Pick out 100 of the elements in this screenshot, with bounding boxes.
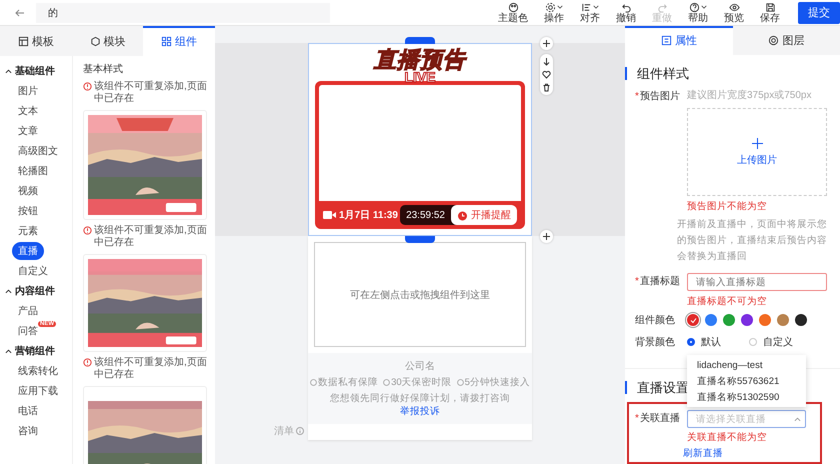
live-text: LIVE — [404, 70, 436, 84]
company-name: 公司名 — [405, 360, 435, 373]
toolbar-button[interactable]: 对齐 — [576, 2, 604, 24]
drag-handle[interactable] — [405, 236, 435, 243]
feature-text: 30天保密时限 — [383, 376, 452, 389]
refresh-link[interactable]: 刷新直播 — [683, 447, 820, 460]
layers-icon — [768, 35, 780, 46]
sidebar-item[interactable]: 图片 — [12, 82, 44, 100]
section-title: 组件样式 — [625, 67, 840, 80]
sidebar-item[interactable]: 产品 — [12, 302, 44, 320]
warning-icon — [83, 358, 92, 367]
circle-icon — [456, 379, 464, 386]
caret-icon — [557, 4, 563, 10]
panel-tab[interactable]: 图层 — [732, 26, 840, 55]
remind-button[interactable]: 开播提醒 — [451, 205, 517, 225]
field-label: 背景颜色 — [635, 336, 676, 350]
caret-icon — [794, 416, 801, 422]
info-icon — [296, 427, 304, 435]
save-icon — [764, 2, 776, 12]
sidebar-item[interactable]: 文本 — [12, 102, 44, 120]
title-art-text: 直播预告 — [374, 48, 466, 72]
template-icon — [18, 36, 29, 46]
video-camera-icon — [323, 211, 336, 219]
radio-option[interactable]: 默认 — [687, 335, 721, 349]
title-input[interactable]: 请输入直播标题 — [687, 273, 827, 291]
sidebar-item[interactable]: 线索转化 — [12, 362, 64, 380]
drop-zone[interactable]: 可在左侧点击或拖拽组件到这里 — [314, 242, 526, 347]
panel-tab[interactable]: 组件 — [143, 26, 216, 56]
title-field[interactable]: 的 — [36, 2, 330, 22]
sidebar-item[interactable]: 文章 — [12, 122, 44, 140]
sidebar-item[interactable]: 自定义 — [12, 262, 54, 280]
delete-icon[interactable] — [542, 83, 551, 92]
sidebar-item[interactable]: 视频 — [12, 182, 44, 200]
field-label: *直播标题 — [635, 274, 681, 289]
panel-tab[interactable]: 模块 — [72, 26, 144, 56]
required-mark: * — [635, 90, 639, 102]
sidebar-item[interactable]: 按钮 — [12, 202, 44, 220]
category-header[interactable]: 内容组件 — [0, 281, 72, 301]
align-icon — [581, 2, 592, 12]
sidebar-item[interactable]: 直播 — [12, 242, 44, 260]
color-swatch[interactable] — [777, 314, 789, 326]
circle-icon — [383, 379, 390, 386]
warning-icon — [83, 226, 92, 235]
toolbar-button[interactable]: 帮助 — [684, 2, 712, 24]
toolbar-button[interactable]: 保存 — [756, 2, 784, 24]
sidebar-item[interactable]: 轮播图 — [12, 162, 54, 180]
sidebar-item[interactable]: 元素 — [12, 222, 44, 240]
color-swatch[interactable] — [723, 314, 735, 326]
caret-icon — [5, 68, 12, 74]
move-down-icon[interactable] — [542, 57, 551, 66]
description-text: 开播前及直播中，页面中将展示您的预告图片，直播结束后预告内容会替换为直播回 — [677, 218, 828, 264]
sidebar-item[interactable]: 咨询 — [12, 422, 44, 440]
toolbar-button[interactable]: 撤销 — [612, 2, 640, 24]
radio-option[interactable]: 自定义 — [749, 335, 793, 349]
category-header[interactable]: 基础组件 — [0, 61, 72, 81]
module-icon — [90, 36, 100, 46]
warning-text: 该组件不可重复添加,页面中已存在 — [94, 225, 207, 249]
color-swatch[interactable] — [759, 314, 771, 326]
drag-handle[interactable] — [405, 37, 435, 44]
color-swatch[interactable] — [687, 314, 699, 326]
props-icon — [660, 35, 672, 46]
heart-icon[interactable] — [542, 70, 551, 79]
submit-button[interactable]: 提交 — [798, 2, 840, 24]
upload-area[interactable]: 上传图片 — [687, 108, 827, 196]
error-text: 直播标题不可为空 — [687, 295, 768, 308]
color-swatch[interactable] — [741, 314, 753, 326]
report-link[interactable]: 举报投诉 — [400, 406, 440, 417]
toolbar-button[interactable]: 预览 — [720, 2, 748, 24]
caret-icon — [5, 348, 12, 354]
add-icon[interactable] — [540, 37, 553, 50]
sidebar-item[interactable]: 应用下载 — [12, 382, 64, 400]
panel-tab[interactable]: 模板 — [0, 26, 72, 56]
caret-icon — [701, 4, 707, 10]
component-icon — [161, 36, 172, 46]
hint-text: 建议图片宽度375px或750px — [687, 88, 812, 103]
panel-tab[interactable]: 属性 — [625, 26, 732, 55]
required-mark: * — [635, 276, 639, 286]
color-swatch[interactable] — [795, 314, 807, 326]
back-icon[interactable] — [14, 6, 26, 18]
dropdown-option[interactable]: lidacheng—test — [687, 357, 806, 373]
warning-text: 该组件不可重复添加,页面中已存在 — [94, 357, 207, 381]
toolbar-button[interactable]: 主题色 — [494, 2, 532, 24]
section-label: 基本样式 — [83, 62, 124, 76]
field-label: *关联直播 — [635, 412, 681, 426]
eye-icon — [728, 2, 740, 12]
field-label: 组件颜色 — [635, 314, 676, 328]
sidebar-item[interactable]: 电话 — [12, 402, 44, 420]
feature-text: 数据私有保障 — [310, 376, 378, 389]
required-mark: * — [635, 412, 639, 424]
add-icon[interactable] — [540, 230, 553, 243]
warning-text: 该组件不可重复添加,页面中已存在 — [94, 81, 207, 105]
color-swatch[interactable] — [705, 314, 717, 326]
category-header[interactable]: 营销组件 — [0, 341, 72, 361]
live-preview-card[interactable]: 直播预告 LIVE 1月7日 11:39 23:59:52 开播提醒 — [308, 43, 532, 236]
footer-note: 您想领先同行做好保障计划，请拨打咨询 举报投诉 — [329, 392, 511, 418]
gear-icon — [545, 2, 556, 12]
sidebar-item[interactable]: 高级图文 — [12, 142, 64, 160]
error-text: 关联直播不能为空 — [687, 431, 768, 444]
toolbar-button[interactable]: 操作 — [540, 2, 568, 24]
caret-icon — [5, 288, 12, 294]
